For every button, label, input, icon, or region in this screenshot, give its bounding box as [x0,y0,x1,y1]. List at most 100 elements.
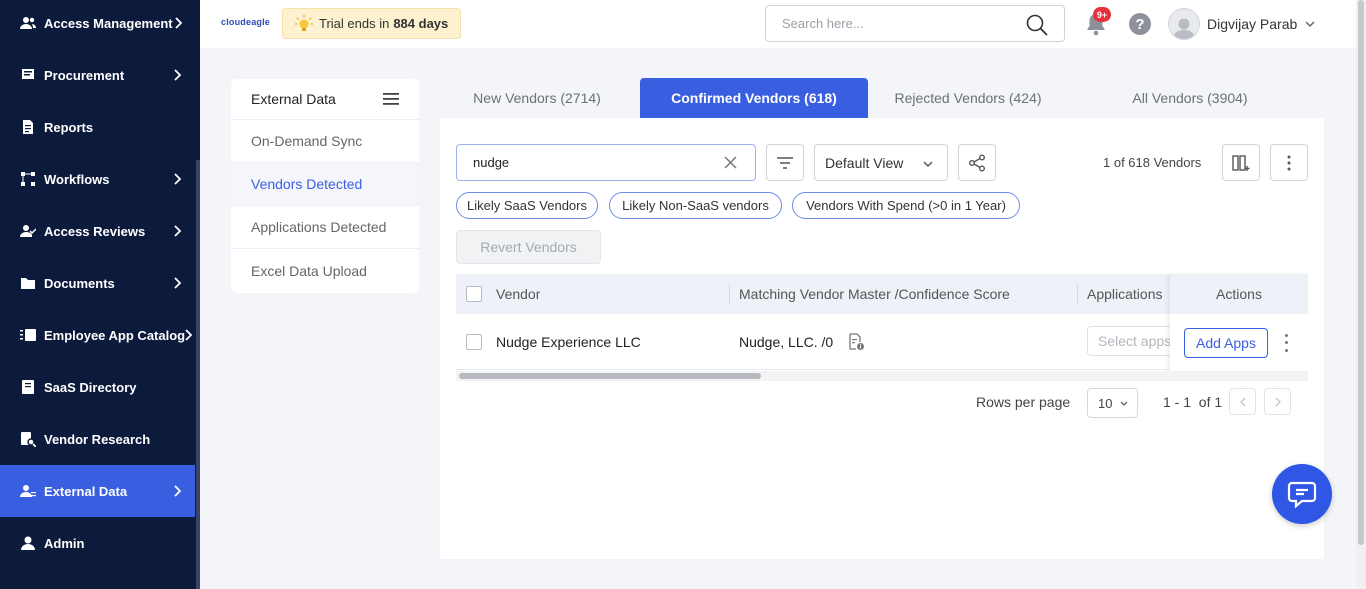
column-header-applications[interactable]: Applications [1087,274,1170,314]
chevron-right-icon [171,173,185,185]
search-icon[interactable] [1026,14,1048,36]
chat-support-button[interactable] [1272,464,1332,524]
subnav-header: External Data [231,79,419,120]
sidebar-item-vendor-research[interactable]: Vendor Research [0,413,195,465]
chevron-right-icon [171,277,185,289]
tab-all-vendors[interactable]: All Vendors (3904) [1090,78,1290,118]
rows-per-page-select[interactable]: 10 [1087,388,1138,418]
vendors-panel: Default View 1 of 618 Vendors Likely Saa… [440,118,1324,559]
sidebar-item-employee-app-catalog[interactable]: Employee App Catalog [0,309,195,361]
column-header-matching-vendor[interactable]: Matching Vendor Master /Confidence Score [739,274,1010,314]
cart-icon [20,67,36,83]
sidebar-item-label: Vendor Research [44,431,151,447]
add-apps-button[interactable]: Add Apps [1184,328,1268,358]
share-icon [969,154,985,171]
search-input[interactable] [782,16,1012,31]
sidebar-item-procurement[interactable]: Procurement [0,49,195,101]
vendor-name: Nudge Experience LLC [496,334,641,350]
revert-vendors-button[interactable]: Revert Vendors [456,230,601,264]
row-checkbox[interactable] [466,334,482,350]
chevron-right-icon [1275,397,1281,406]
column-divider[interactable] [1077,284,1078,304]
top-bar: cloudeagle Trial ends in 884 days 9+ ? D… [200,0,1356,48]
chevron-right-icon [171,485,185,497]
sidebar-item-label: Reports [44,119,94,135]
chat-icon [1287,481,1317,509]
actions-column: Actions Add Apps [1170,274,1308,371]
sidebar-item-label: Access Reviews [44,223,146,239]
subnav-item-on-demand-sync[interactable]: On-Demand Sync [231,120,419,163]
sidebar-item-label: External Data [44,483,128,499]
sidebar-scrollbar[interactable] [196,160,200,589]
close-icon[interactable] [724,156,737,169]
row-kebab-menu-icon[interactable] [1280,332,1292,354]
table-horizontal-scrollbar[interactable] [456,371,1308,381]
vendor-filter-input[interactable] [473,155,713,170]
app-logo[interactable]: cloudeagle [221,17,270,27]
sidebar-item-label: Procurement [44,67,125,83]
select-all-checkbox[interactable] [466,286,482,302]
user-data-icon [20,483,36,499]
hamburger-menu-icon[interactable] [383,93,399,105]
chevron-down-icon [923,161,933,168]
subnav-item-vendors-detected[interactable]: Vendors Detected [231,163,419,206]
row-checkbox-cell [466,314,482,370]
matching-vendor-score: Nudge, LLC. /0 [739,334,834,350]
rows-per-page-value: 10 [1098,395,1113,411]
avatar [1168,8,1200,40]
subnav-item-excel-data-upload[interactable]: Excel Data Upload [231,249,419,292]
page-range: 1 - 1 of 1 [1163,394,1222,410]
chip-likely-non-saas-vendors[interactable]: Likely Non-SaaS vendors [609,192,782,219]
next-page-button[interactable] [1264,388,1291,415]
sidebar-item-workflows[interactable]: Workflows [0,153,195,205]
vendor-filter-field[interactable] [456,144,756,181]
chip-vendors-with-spend[interactable]: Vendors With Spend (>0 in 1 Year) [792,192,1020,219]
columns-button[interactable] [1222,144,1260,181]
sidebar-item-saas-directory[interactable]: SaaS Directory [0,361,195,413]
user-menu[interactable]: Digvijay Parab [1168,7,1328,41]
filter-button[interactable] [766,144,804,181]
share-button[interactable] [958,144,996,181]
sidebar-item-reports[interactable]: Reports [0,101,195,153]
pagination: Rows per page 10 1 - 1 of 1 [456,382,1308,422]
table-scroll-thumb[interactable] [459,373,761,379]
previous-page-button[interactable] [1229,388,1256,415]
applications-select[interactable]: Select apps [1087,326,1177,356]
subnav-item-applications-detected[interactable]: Applications Detected [231,206,419,249]
tab-confirmed-vendors[interactable]: Confirmed Vendors (618) [640,78,868,118]
view-select-value: Default View [825,154,904,171]
page-total: of 1 [1198,394,1223,410]
external-data-subnav: External Data On-Demand Sync Vendors Det… [231,79,419,293]
page-scroll-thumb[interactable] [1358,0,1364,545]
sidebar-item-documents[interactable]: Documents [0,257,195,309]
sidebar-item-external-data[interactable]: External Data [0,465,195,517]
sidebar-item-access-management[interactable]: Access Management [0,0,195,49]
global-search[interactable] [765,5,1065,42]
help-icon[interactable]: ? [1129,13,1151,35]
chevron-right-icon [185,329,193,341]
columns-icon [1232,154,1250,171]
chip-likely-saas-vendors[interactable]: Likely SaaS Vendors [456,192,598,219]
sidebar-item-admin[interactable]: Admin [0,517,195,569]
chevron-right-icon [173,17,185,29]
tab-new-vendors[interactable]: New Vendors (2714) [440,78,634,118]
vendor-count: 1 of 618 Vendors [1103,155,1202,170]
sidebar-item-access-reviews[interactable]: Access Reviews [0,205,195,257]
user-check-icon [20,223,36,239]
sidebar-item-label: Admin [44,535,85,551]
page-scrollbar[interactable] [1356,0,1366,589]
user-name: Digvijay Parab [1207,16,1298,32]
view-select[interactable]: Default View [814,144,948,181]
column-divider[interactable] [729,284,730,304]
report-icon [20,119,36,135]
notification-badge: 9+ [1093,7,1111,22]
kebab-menu-icon [1287,155,1291,170]
lightbulb-icon [295,14,313,31]
sidebar-item-label: Access Management [44,15,173,31]
more-options-button[interactable] [1270,144,1308,181]
column-header-vendor[interactable]: Vendor [496,274,540,314]
tab-rejected-vendors[interactable]: Rejected Vendors (424) [870,78,1066,118]
document-info-icon[interactable] [847,333,865,351]
trial-banner: Trial ends in 884 days [282,8,461,39]
admin-icon [20,535,36,551]
